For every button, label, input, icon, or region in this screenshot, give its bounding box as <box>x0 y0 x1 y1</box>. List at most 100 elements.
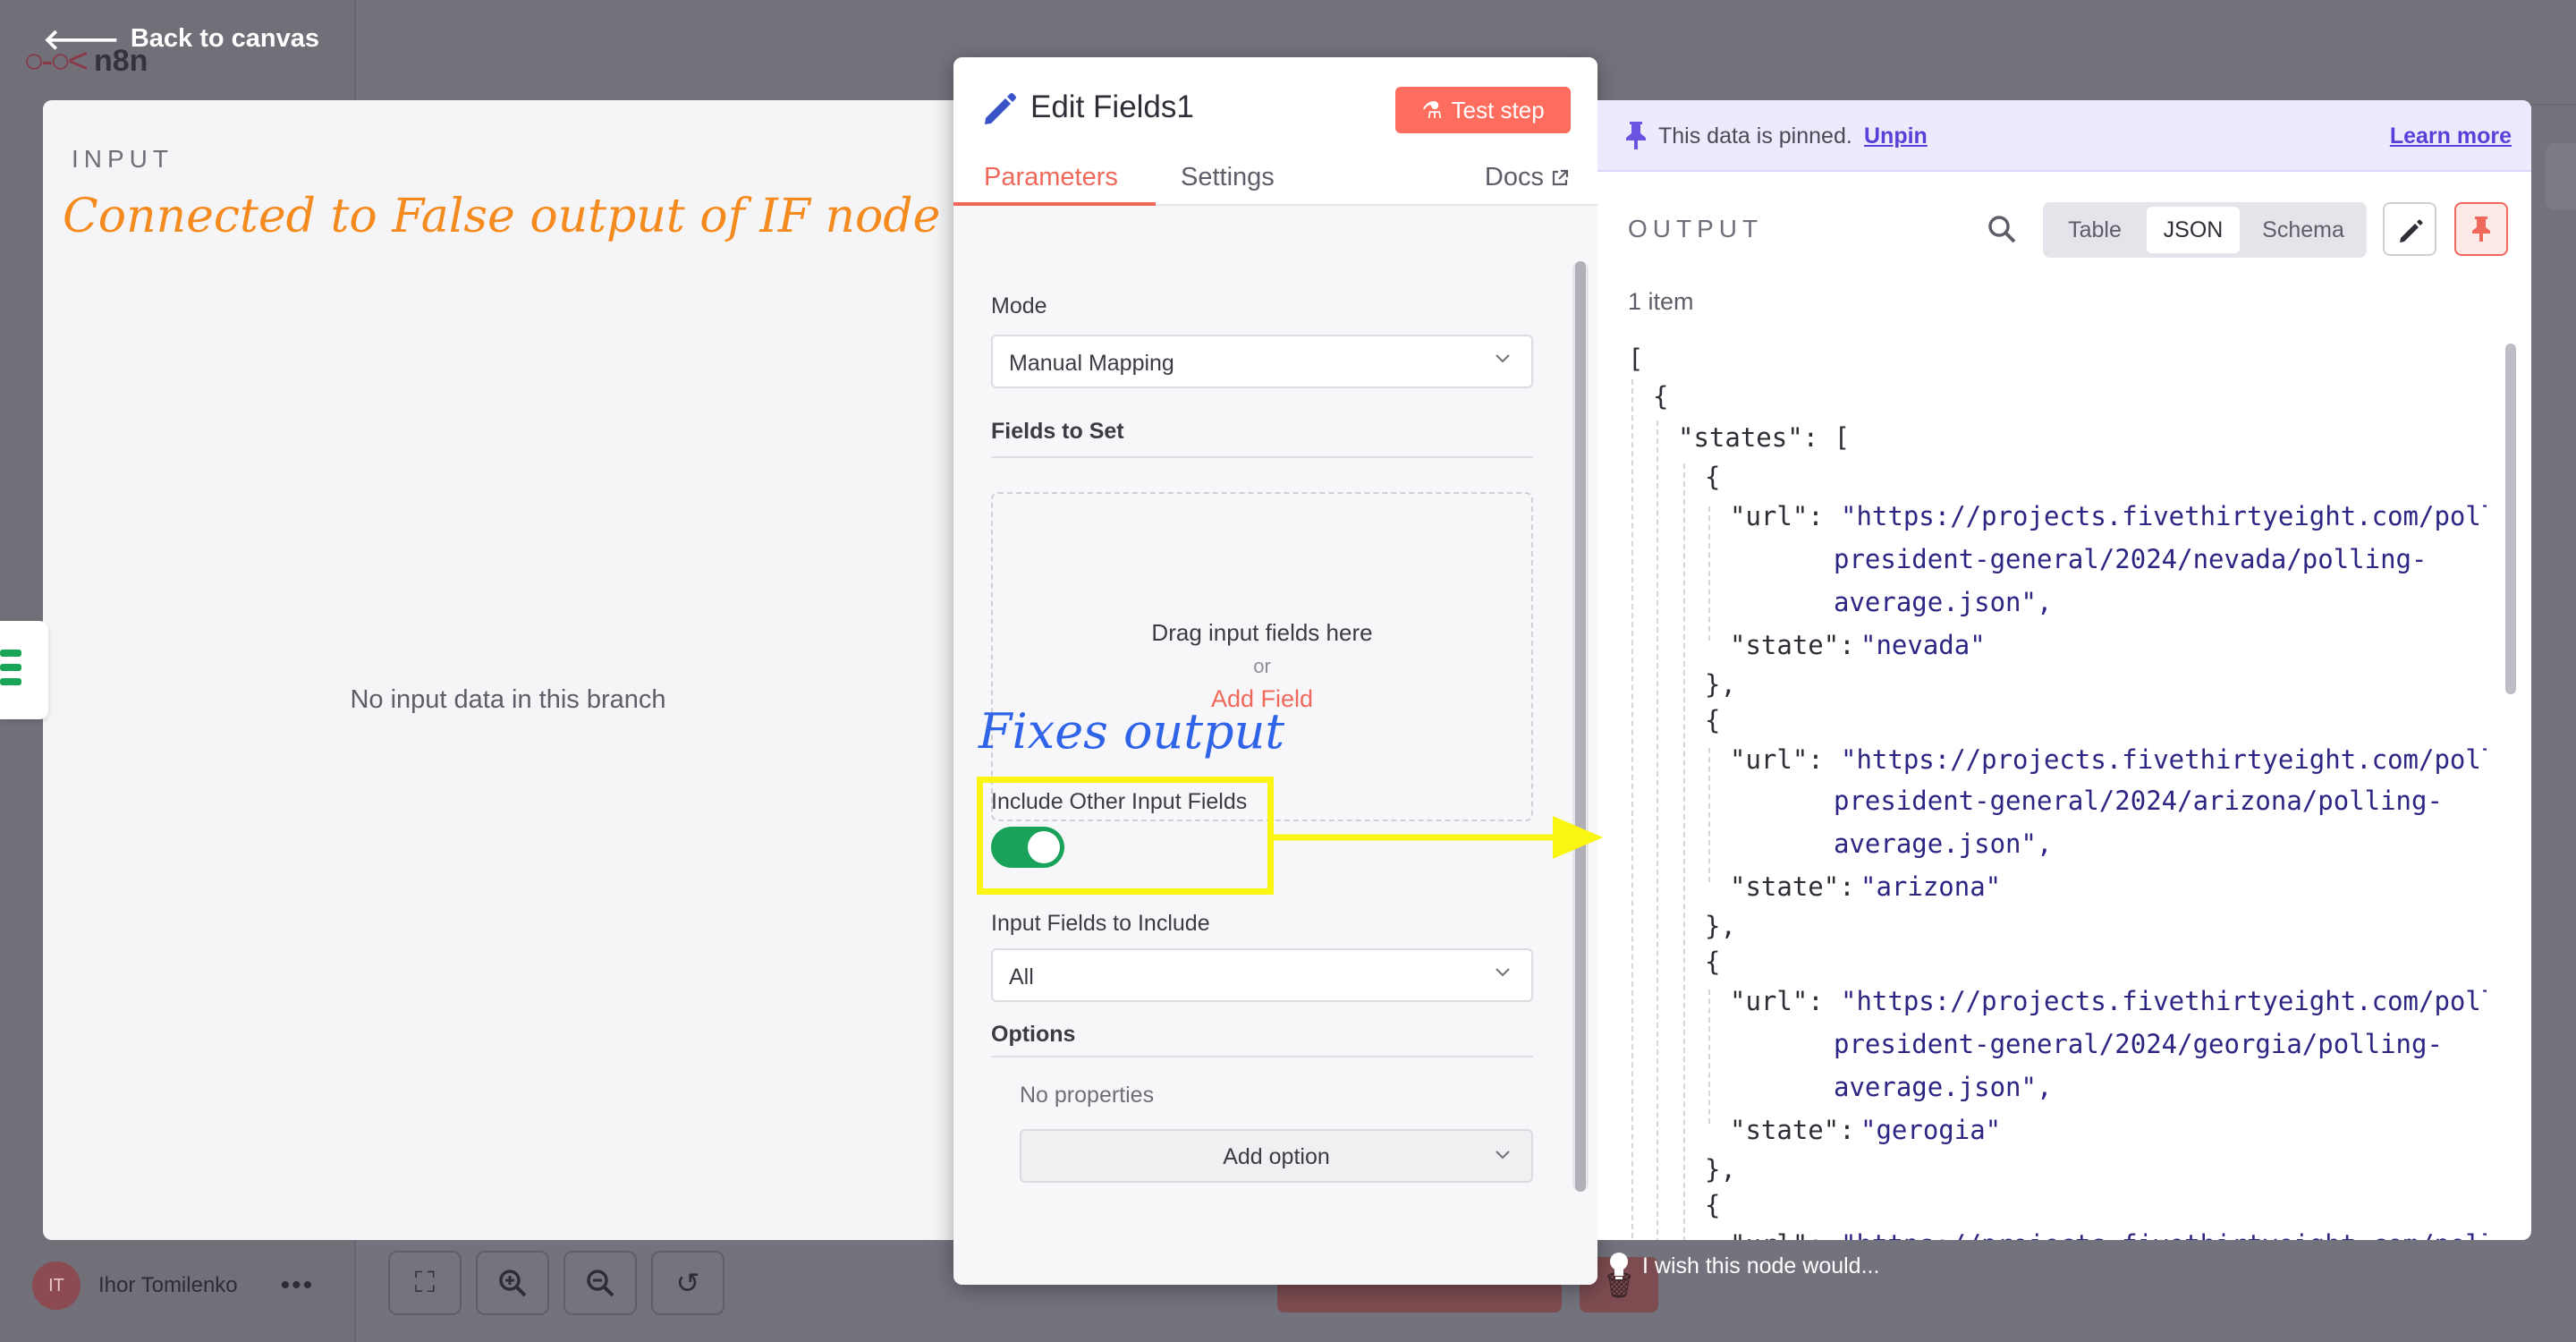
json-value-url: "https://projects.fivethirtyeight.com/po… <box>1841 1229 2487 1240</box>
add-option-select[interactable]: Add option <box>1020 1129 1533 1183</box>
json-line: [ <box>1628 344 1644 374</box>
docs-link[interactable]: Docs <box>1485 163 1569 192</box>
input-fields-value: All <box>1009 964 1034 990</box>
node-type-icon <box>0 650 21 692</box>
annotation-false-output: Connected to False output of IF node <box>63 190 941 243</box>
tab-parameters[interactable]: Parameters <box>984 163 1118 192</box>
chevron-down-icon <box>1496 1151 1510 1159</box>
node-tabs: Parameters Settings Docs <box>953 156 1597 206</box>
json-value-state: "nevada" <box>1860 630 1986 660</box>
view-schema[interactable]: Schema <box>2245 207 2361 253</box>
back-to-canvas-label: Back to canvas <box>130 24 319 53</box>
json-key-url: "url": <box>1730 986 1824 1016</box>
edit-output-button[interactable] <box>2383 202 2436 256</box>
chevron-down-icon <box>1496 968 1510 977</box>
output-panel-title: OUTPUT <box>1628 215 1764 242</box>
json-viewer: [ { "states": [ { "url": "https://projec… <box>1628 344 2487 1240</box>
feedback-link[interactable]: I wish this node would... <box>1606 1251 1879 1281</box>
lightbulb-icon <box>1610 1253 1628 1279</box>
json-guide <box>1631 379 1633 1238</box>
json-line: { <box>1705 947 1721 977</box>
json-value-url: "https://projects.fivethirtyeight.com/po… <box>1841 986 2487 1016</box>
view-table[interactable]: Table <box>2048 207 2141 253</box>
json-value-url: "https://projects.fivethirtyeight.com/po… <box>1841 744 2487 775</box>
pinned-text: This data is pinned. <box>1658 123 1852 149</box>
zoom-in-icon <box>476 1251 549 1315</box>
json-guide <box>1657 420 1658 1240</box>
learn-more-link[interactable]: Learn more <box>2390 123 2512 149</box>
json-guide <box>1683 463 1685 1240</box>
json-guide <box>1708 748 1710 882</box>
scrollbar-thumb[interactable] <box>1575 261 1586 1192</box>
section-divider <box>991 456 1533 458</box>
pinned-banner: This data is pinned. Unpin Learn more <box>1597 100 2531 172</box>
fit-view-icon: ⛶ <box>388 1251 462 1315</box>
node-settings-panel: Edit Fields1 ⚗ Test step Parameters Sett… <box>953 57 1597 1285</box>
add-option-label: Add option <box>1223 1144 1330 1169</box>
json-value-url: president-general/2024/arizona/polling- <box>1834 786 2443 816</box>
node-header: Edit Fields1 ⚗ Test step Parameters Sett… <box>953 57 1597 206</box>
pin-icon <box>1626 122 1646 149</box>
scrollbar-thumb[interactable] <box>2505 344 2516 694</box>
json-value-url: average.json", <box>1834 587 2053 617</box>
node-title[interactable]: Edit Fields1 <box>1030 89 1194 125</box>
input-panel-title: INPUT <box>72 145 174 173</box>
output-panel: This data is pinned. Unpin Learn more OU… <box>1597 100 2531 1240</box>
item-count: 1 item <box>1628 288 1694 315</box>
dropzone-text: Drag input fields here <box>1151 619 1373 646</box>
json-value-state: "gerogia" <box>1860 1115 2002 1145</box>
zoom-out-icon <box>564 1251 637 1315</box>
pencil-icon <box>2400 219 2423 242</box>
user-name: Ihor Tomilenko <box>98 1273 238 1297</box>
json-line: { <box>1705 705 1721 735</box>
more-icon: ••• <box>280 1270 315 1300</box>
search-icon[interactable] <box>1986 213 2018 245</box>
feedback-text: I wish this node would... <box>1642 1253 1880 1278</box>
view-switch: Table JSON Schema <box>2043 202 2367 258</box>
json-value-url: president-general/2024/nevada/polling- <box>1834 544 2428 574</box>
mode-value: Manual Mapping <box>1009 351 1174 376</box>
reset-zoom-icon: ↺ <box>651 1251 724 1315</box>
options-label: Options <box>991 1022 1076 1047</box>
json-line: { <box>1653 381 1669 412</box>
test-step-button[interactable]: ⚗ Test step <box>1395 87 1571 133</box>
avatar: IT <box>32 1261 80 1310</box>
flask-icon: ⚗ <box>1421 96 1443 123</box>
json-value-url: "https://projects.fivethirtyeight.com/po… <box>1841 501 2487 531</box>
pencil-icon <box>985 93 1016 124</box>
no-properties-text: No properties <box>1020 1083 1155 1108</box>
json-key-url: "url": <box>1730 1229 1824 1240</box>
json-value-url: average.json", <box>1834 828 2053 859</box>
canvas-side-button <box>2546 143 2576 209</box>
pin-output-button[interactable] <box>2454 202 2508 256</box>
output-scrollbar[interactable] <box>2503 344 2519 1240</box>
fields-dropzone[interactable]: Drag input fields here or Add Field <box>991 492 1533 821</box>
tab-settings[interactable]: Settings <box>1181 163 1275 192</box>
json-line: }, <box>1705 1154 1736 1185</box>
unpin-link[interactable]: Unpin <box>1864 123 1928 149</box>
back-to-canvas-link[interactable]: 🡐 Back to canvas <box>43 21 319 56</box>
json-key-url: "url": <box>1730 744 1824 775</box>
json-guide <box>1708 990 1710 1124</box>
annotation-fixes-output: Fixes output <box>979 703 1285 760</box>
json-key-state: "state": <box>1730 871 1855 902</box>
external-link-icon <box>1552 169 1569 185</box>
no-input-message: No input data in this branch <box>350 685 666 714</box>
json-line: }, <box>1705 911 1736 941</box>
json-key-url: "url": <box>1730 501 1824 531</box>
parameters-scrollbar[interactable] <box>1572 261 1589 1192</box>
parameters-form: Mode Manual Mapping Fields to Set Drag i… <box>953 206 1597 1285</box>
pin-icon <box>2472 217 2490 242</box>
json-line: }, <box>1705 669 1736 700</box>
mode-select[interactable]: Manual Mapping <box>991 335 1533 388</box>
view-json[interactable]: JSON <box>2147 207 2240 253</box>
json-value-url: average.json", <box>1834 1072 2053 1102</box>
node-stub <box>0 621 48 719</box>
arrow-left-icon: 🡐 <box>43 23 120 55</box>
user-menu: IT Ihor Tomilenko ••• <box>32 1261 314 1310</box>
section-divider <box>991 1056 1533 1057</box>
json-key-state: "state": <box>1730 630 1855 660</box>
input-fields-select[interactable]: All <box>991 948 1533 1002</box>
mode-label: Mode <box>991 293 1047 319</box>
input-panel: INPUT Connected to False output of IF no… <box>43 100 973 1240</box>
